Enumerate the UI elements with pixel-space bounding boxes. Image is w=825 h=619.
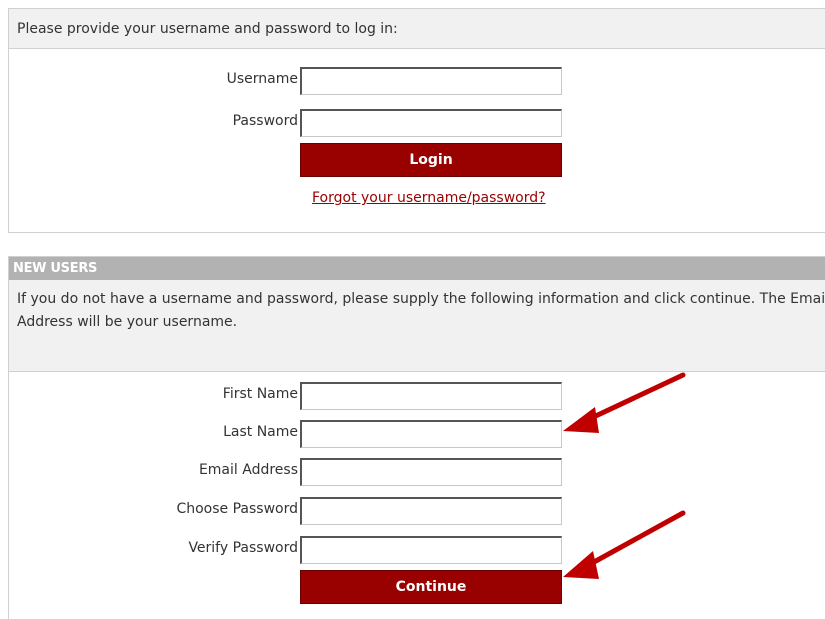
new-users-panel: NEW USERS If you do not have a username … [8, 256, 825, 619]
password-label: Password [232, 113, 298, 129]
verify-password-input[interactable] [300, 536, 562, 564]
last-name-input[interactable] [300, 420, 562, 448]
last-name-label: Last Name [223, 424, 298, 440]
password-input[interactable] [300, 109, 562, 137]
choose-password-input[interactable] [300, 497, 562, 525]
username-input[interactable] [300, 67, 562, 95]
username-label: Username [226, 71, 298, 87]
verify-password-row: Verify Password [9, 536, 609, 564]
login-button[interactable]: Login [300, 143, 562, 177]
first-name-row: First Name [9, 382, 609, 410]
username-row: Username [9, 67, 609, 95]
first-name-input[interactable] [300, 382, 562, 410]
verify-password-label: Verify Password [188, 540, 298, 556]
password-row: Password [9, 109, 609, 137]
email-address-label: Email Address [198, 462, 298, 478]
last-name-row: Last Name [9, 420, 609, 448]
choose-password-row: Choose Password [9, 497, 609, 525]
new-users-header: NEW USERS [9, 257, 825, 280]
login-panel: Please provide your username and passwor… [8, 8, 825, 233]
forgot-credentials-link[interactable]: Forgot your username/password? [312, 190, 546, 206]
continue-button[interactable]: Continue [300, 570, 562, 604]
choose-password-label: Choose Password [176, 501, 298, 517]
login-intro-text: Please provide your username and passwor… [9, 9, 825, 49]
email-address-row: Email Address [9, 458, 609, 486]
new-users-intro-text: If you do not have a username and passwo… [9, 280, 825, 372]
email-address-input[interactable] [300, 458, 562, 486]
first-name-label: First Name [222, 386, 298, 402]
arrow-to-continue [563, 510, 686, 579]
arrow-to-last-name [563, 372, 686, 433]
